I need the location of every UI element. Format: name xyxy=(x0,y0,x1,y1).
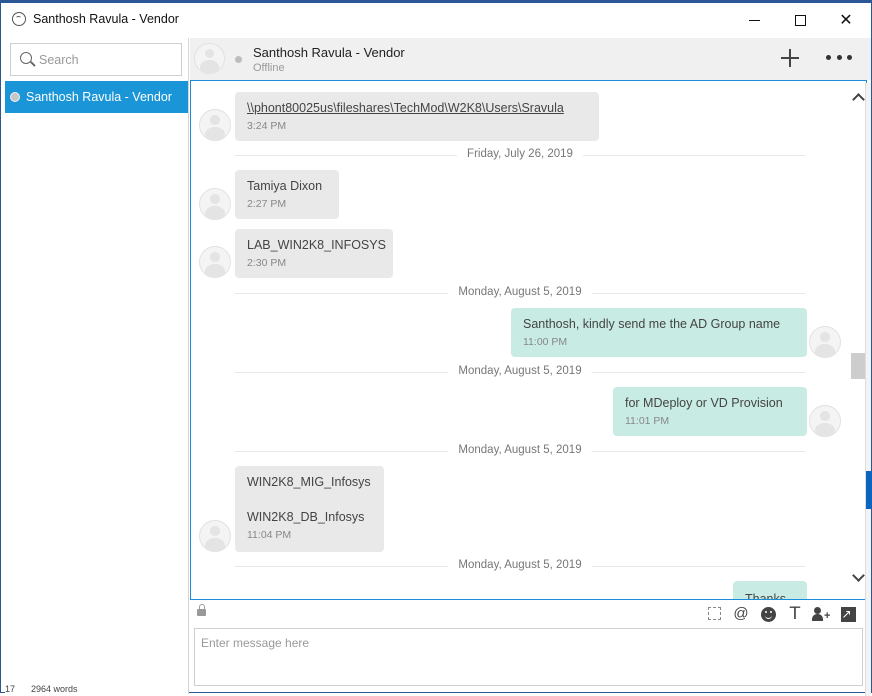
presence-dot-icon xyxy=(235,56,242,63)
message-bubble[interactable]: Tamiya Dixon 2:27 PM xyxy=(235,170,339,219)
chat-header: Santhosh Ravula - Vendor Offline xyxy=(190,38,871,80)
contact-status: Offline xyxy=(253,62,285,74)
contact-item-santhosh[interactable]: Santhosh Ravula - Vendor xyxy=(5,81,188,113)
message-text: for MDeploy or VD Provision xyxy=(625,396,783,410)
minimize-button[interactable] xyxy=(731,3,777,37)
message-text[interactable]: \\phont80025us\fileshares\TechMod\W2K8\U… xyxy=(247,101,564,115)
message-time: 2:30 PM xyxy=(247,257,287,269)
message-text: WIN2K8_MIG_Infosys xyxy=(247,475,371,489)
minimize-icon xyxy=(748,19,760,21)
message-input[interactable] xyxy=(195,629,862,685)
message-list[interactable]: \\phont80025us\fileshares\TechMod\W2K8\U… xyxy=(190,80,867,600)
mention-icon[interactable]: @ xyxy=(732,605,750,623)
message-time: 11:01 PM xyxy=(625,415,670,427)
avatar xyxy=(199,109,231,141)
emoji-icon[interactable] xyxy=(759,605,777,623)
avatar xyxy=(199,188,231,220)
add-person-icon[interactable]: + xyxy=(812,605,830,623)
close-button[interactable]: ✕ xyxy=(823,3,869,37)
text-format-icon[interactable]: T xyxy=(786,605,804,623)
add-participant-icon[interactable] xyxy=(780,48,800,68)
message-bubble[interactable]: LAB_WIN2K8_INFOSYS 2:30 PM xyxy=(235,229,393,278)
lock-icon xyxy=(197,604,206,616)
message-bubble[interactable]: Santhosh, kindly send me the AD Group na… xyxy=(511,308,807,357)
search-input[interactable] xyxy=(39,51,174,69)
avatar[interactable] xyxy=(194,43,225,74)
screenshot-icon[interactable] xyxy=(706,605,724,623)
scroll-thumb[interactable] xyxy=(851,353,865,379)
popout-icon[interactable] xyxy=(839,605,857,623)
date-divider: Monday, August 5, 2019 xyxy=(235,559,805,573)
background-app-edge xyxy=(865,83,872,696)
message-bubble[interactable]: WIN2K8_MIG_Infosys WIN2K8_DB_Infosys 11:… xyxy=(235,466,384,552)
message-time: 11:04 PM xyxy=(247,529,292,541)
message-bubble[interactable]: \\phont80025us\fileshares\TechMod\W2K8\U… xyxy=(235,92,599,141)
search-icon xyxy=(20,52,32,64)
message-composer[interactable] xyxy=(194,628,863,686)
contacts-sidebar: Santhosh Ravula - Vendor xyxy=(5,38,189,694)
app-logo-icon xyxy=(12,12,26,26)
message-text: Thanks xyxy=(745,592,786,600)
message-time: 2:27 PM xyxy=(247,198,287,210)
vertical-scrollbar[interactable] xyxy=(849,81,866,599)
maximize-icon xyxy=(794,14,806,26)
message-time: 11:00 PM xyxy=(523,336,568,348)
more-options-icon[interactable] xyxy=(826,55,852,61)
avatar xyxy=(199,246,231,278)
maximize-button[interactable] xyxy=(777,3,823,37)
search-box[interactable] xyxy=(10,43,182,76)
avatar xyxy=(809,405,841,437)
message-text: Tamiya Dixon xyxy=(247,179,323,193)
composer-toolbar: @ T + xyxy=(190,601,867,627)
avatar xyxy=(199,520,231,552)
scroll-up-icon[interactable] xyxy=(852,93,865,106)
message-time: 3:24 PM xyxy=(247,120,287,132)
close-icon: ✕ xyxy=(839,12,853,29)
message-text: Santhosh, kindly send me the AD Group na… xyxy=(523,317,781,331)
date-divider: Monday, August 5, 2019 xyxy=(235,365,805,379)
background-status-bar: 17 2964 words xyxy=(5,684,78,692)
contact-label: Santhosh Ravula - Vendor xyxy=(26,90,172,104)
message-bubble[interactable]: Thanks xyxy=(733,581,807,600)
message-text: WIN2K8_DB_Infosys xyxy=(247,510,365,524)
window-title: Santhosh Ravula - Vendor xyxy=(33,12,179,26)
avatar xyxy=(809,326,841,358)
date-divider: Monday, August 5, 2019 xyxy=(235,286,805,300)
message-text: LAB_WIN2K8_INFOSYS xyxy=(247,238,386,252)
date-divider: Monday, August 5, 2019 xyxy=(235,444,805,458)
contact-name: Santhosh Ravula - Vendor xyxy=(253,45,405,60)
message-bubble[interactable]: for MDeploy or VD Provision 11:01 PM xyxy=(613,387,807,436)
chat-window: Santhosh Ravula - Vendor ✕ Santhosh Ravu… xyxy=(0,0,872,696)
title-bar: Santhosh Ravula - Vendor ✕ xyxy=(1,3,871,37)
date-divider: Friday, July 26, 2019 xyxy=(235,148,805,162)
scroll-down-icon[interactable] xyxy=(852,569,865,582)
offline-status-icon xyxy=(10,92,20,102)
